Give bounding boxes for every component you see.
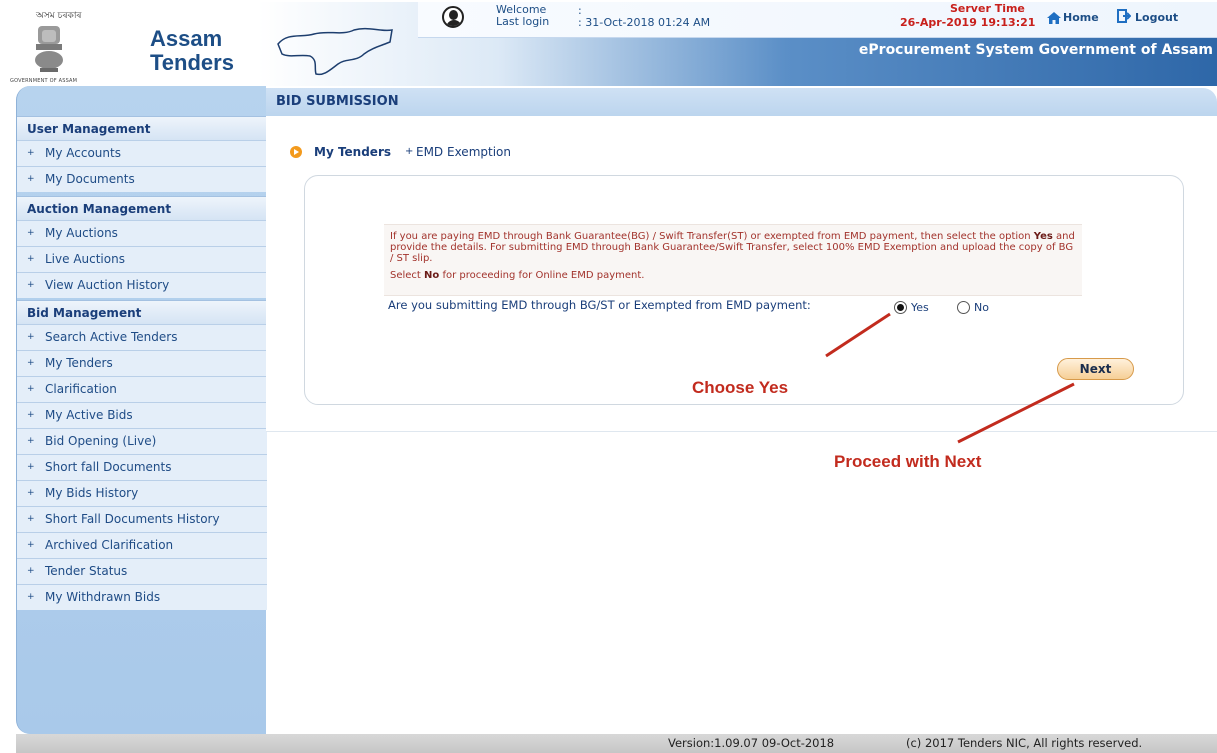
bullet-icon: + (27, 358, 35, 368)
page-title-bar: BID SUBMISSION (266, 88, 1217, 116)
user-avatar-icon (442, 6, 464, 28)
national-emblem-icon (35, 26, 63, 72)
gov-bengali-text: অসম চৰকাৰ (36, 11, 82, 21)
section-user-management: User Management (17, 116, 267, 140)
server-time-label: Server Time (950, 2, 1025, 15)
sidebar-item-search-active-tenders[interactable]: + Search Active Tenders (17, 324, 267, 350)
tagline: eProcurement System Government of Assam (858, 42, 1213, 58)
sidebar-item-view-auction-history[interactable]: + View Auction History (17, 272, 267, 298)
sidebar-item-archived-clarification[interactable]: + Archived Clarification (17, 532, 267, 558)
bullet-icon: + (27, 148, 35, 158)
sidebar-item-my-tenders[interactable]: + My Tenders (17, 350, 267, 376)
breadcrumb-my-tenders[interactable]: My Tenders (314, 145, 391, 159)
assam-map-icon (277, 27, 393, 76)
breadcrumb-separator: + (405, 146, 414, 157)
sidebar-item-live-auctions[interactable]: + Live Auctions (17, 246, 267, 272)
bullet-icon: + (27, 332, 35, 342)
bullet-icon: + (27, 174, 35, 184)
sidebar-item-clarification[interactable]: + Clarification (17, 376, 267, 402)
section-auction-management: Auction Management (17, 196, 267, 220)
sidebar: User Management + My Accounts + My Documen… (16, 86, 267, 734)
gov-caption: GOVERNMENT OF ASSAM (10, 78, 78, 84)
bullet-icon: + (27, 254, 35, 264)
radio-no-label[interactable]: No (974, 301, 989, 314)
bullet-icon: + (27, 410, 35, 420)
last-login-value: : 31-Oct-2018 01:24 AM (578, 16, 711, 29)
last-login-label: Last login (496, 15, 550, 28)
logout-icon[interactable] (1117, 9, 1131, 23)
breadcrumb-arrow-icon (290, 146, 302, 158)
brand-line-1: Assam (150, 26, 223, 51)
radio-no[interactable] (957, 301, 970, 314)
version-text: Version:1.09.07 09-Oct-2018 (668, 736, 835, 750)
bullet-icon: + (27, 228, 35, 238)
brand-line-2: Tenders (150, 50, 234, 75)
radio-yes-label[interactable]: Yes (911, 301, 929, 314)
sidebar-item-my-active-bids[interactable]: + My Active Bids (17, 402, 267, 428)
bullet-icon: + (27, 384, 35, 394)
welcome-block: Welcome Last login (496, 4, 549, 28)
page-title: BID SUBMISSION (276, 94, 399, 109)
bullet-icon: + (27, 566, 35, 576)
server-time-value: 26-Apr-2019 19:13:21 (900, 16, 1036, 29)
annotation-proceed-next: Proceed with Next (834, 452, 982, 471)
emd-question: Are you submitting EMD through BG/ST or … (388, 298, 811, 312)
sidebar-item-short-fall-documents-history[interactable]: + Short Fall Documents History (17, 506, 267, 532)
sidebar-item-my-bids-history[interactable]: + My Bids History (17, 480, 267, 506)
bullet-icon: + (27, 540, 35, 550)
bullet-icon: + (27, 514, 35, 524)
sidebar-item-my-accounts[interactable]: + My Accounts (17, 140, 267, 166)
header: অসম চৰকাৰ GOVERNMENT OF ASSAM Assam Tend… (0, 0, 1217, 86)
logout-link[interactable]: Logout (1135, 11, 1178, 24)
bullet-icon: + (27, 436, 35, 446)
sidebar-item-my-documents[interactable]: + My Documents (17, 166, 267, 192)
info-box: If you are paying EMD through Bank Guara… (384, 224, 1082, 296)
info-paragraph-1: If you are paying EMD through Bank Guara… (390, 231, 1075, 264)
next-button[interactable]: Next (1057, 358, 1134, 380)
home-icon[interactable] (1047, 12, 1061, 24)
radio-yes[interactable] (894, 301, 907, 314)
sidebar-item-tender-status[interactable]: + Tender Status (17, 558, 267, 584)
footer: Version:1.09.07 09-Oct-2018 (c) 2017 Ten… (16, 734, 1217, 753)
sidebar-item-my-withdrawn-bids[interactable]: + My Withdrawn Bids (17, 584, 267, 610)
breadcrumb-current: EMD Exemption (416, 145, 511, 159)
bullet-icon: + (27, 488, 35, 498)
logo: অসম চৰকাৰ GOVERNMENT OF ASSAM Assam Tend… (10, 4, 250, 84)
bullet-icon: + (27, 592, 35, 602)
bullet-icon: + (27, 462, 35, 472)
annotation-choose-yes: Choose Yes (692, 378, 789, 397)
info-paragraph-2: Select No for proceeding for Online EMD … (390, 270, 645, 281)
sidebar-item-short-fall-documents[interactable]: + Short fall Documents (17, 454, 267, 480)
copyright-text: (c) 2017 Tenders NIC, All rights reserve… (906, 736, 1143, 750)
sidebar-top (17, 86, 267, 116)
home-link[interactable]: Home (1063, 11, 1099, 24)
bullet-icon: + (27, 280, 35, 290)
section-bid-management: Bid Management (17, 300, 267, 324)
sidebar-item-bid-opening-live[interactable]: + Bid Opening (Live) (17, 428, 267, 454)
sidebar-item-my-auctions[interactable]: + My Auctions (17, 220, 267, 246)
